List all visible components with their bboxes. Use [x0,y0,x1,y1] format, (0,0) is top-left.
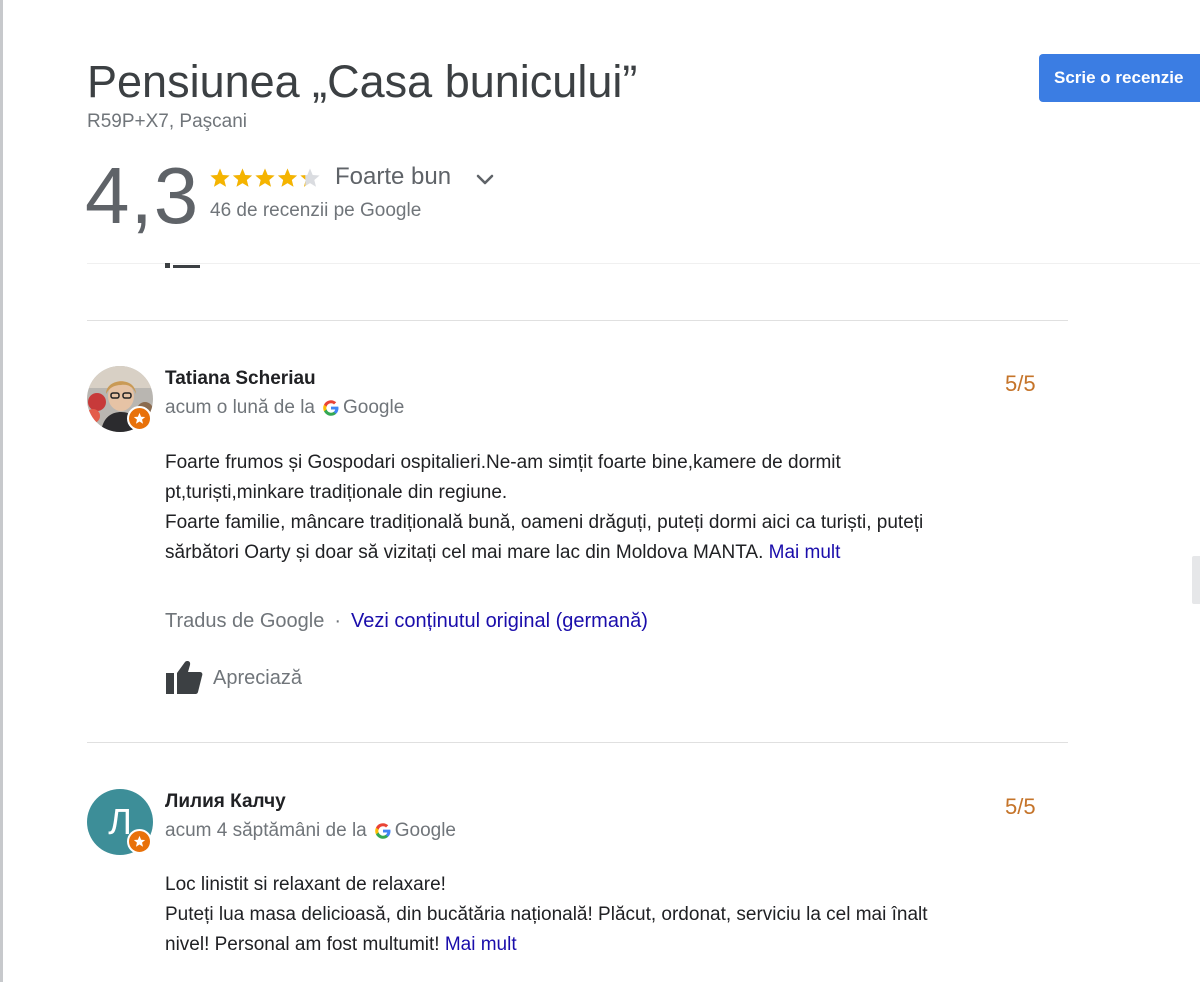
header-divider [87,263,1200,264]
star-icon [277,168,298,187]
review-text: Loc linistit si relaxant de relaxare! Pu… [165,870,1065,960]
review-text-line: sărbători Oarty și doar să vizitați cel … [165,538,1065,568]
review-text-line: nivel! Personal am fost multumit! Mai mu… [165,930,1065,960]
rating-label: Foarte bun [335,163,452,190]
like-button[interactable]: Apreciază [165,660,302,696]
translated-by-label: Tradus de Google [165,610,325,632]
more-link[interactable]: Mai mult [769,542,841,563]
view-original-link[interactable]: Vezi conținutul original (germană) [351,610,648,632]
place-title: Pensiunea „Casa bunicului” [87,56,638,107]
review-time: acum o lună de la [165,397,315,418]
divider [87,320,1068,321]
overall-rating: 4,3 [85,151,200,240]
more-link[interactable]: Mai mult [445,934,517,955]
review-text-line: Foarte frumos și Gospodari ospitalieri.N… [165,452,841,473]
local-guide-badge-icon [127,406,152,431]
review-text-line-content: sărbători Oarty și doar să vizitați cel … [165,542,764,563]
google-logo-icon [374,823,391,839]
star-icon [210,168,230,187]
review-meta: acum o lună de la Google [165,397,404,419]
review-text-line: Puteți lua masa delicioasă, din bucătări… [165,904,928,925]
google-logo-icon [323,400,339,416]
review-score: 5/5 [1005,794,1036,819]
window-left-edge [0,0,3,982]
review-text-line: Loc linistit si relaxant de relaxare! [165,874,446,895]
place-address: R59P+X7, Paşcani [87,111,248,132]
reviewer-name[interactable]: Tatiana Scheriau [165,368,316,390]
review-text: Foarte frumos și Gospodari ospitalieri.N… [165,448,1065,568]
review-meta: acum 4 săptămâni de la Google [165,820,456,842]
divider [87,742,1068,743]
review-text-line: Foarte familie, mâncare tradițională bun… [165,512,924,533]
review-score: 5/5 [1005,371,1036,396]
star-icon [232,168,253,187]
translation-note: Tradus de Google · Vezi conținutul origina… [165,610,648,633]
like-label: Apreciază [213,666,302,689]
write-review-button[interactable]: Scrie o recenzie [1039,54,1200,102]
review-card: Tatiana Scheriau acum o lună de la Googl… [87,366,1087,726]
local-guide-badge-icon [127,829,152,854]
review-card: Л Лилия Калчу acum 4 săptămâni de la Goo… [87,789,1087,979]
thumbs-up-icon [166,661,203,694]
partial-icon [165,263,200,268]
review-text-line: pt,turiști,minkare tradiționale din regi… [165,482,508,503]
review-time: acum 4 săptămâni de la [165,820,367,841]
review-source: Google [394,820,457,841]
rating-stars [209,164,324,192]
review-source: Google [343,397,405,418]
reviewer-name[interactable]: Лилия Калчу [165,791,286,813]
reviews-count[interactable]: 46 de recenzii pe Google [210,200,421,222]
separator-dot: · [334,610,342,632]
chevron-down-icon[interactable] [473,168,497,192]
review-text-line-content: nivel! Personal am fost multumit! [165,934,440,955]
star-icon [255,168,275,187]
scrollbar-handle[interactable] [1192,556,1200,604]
